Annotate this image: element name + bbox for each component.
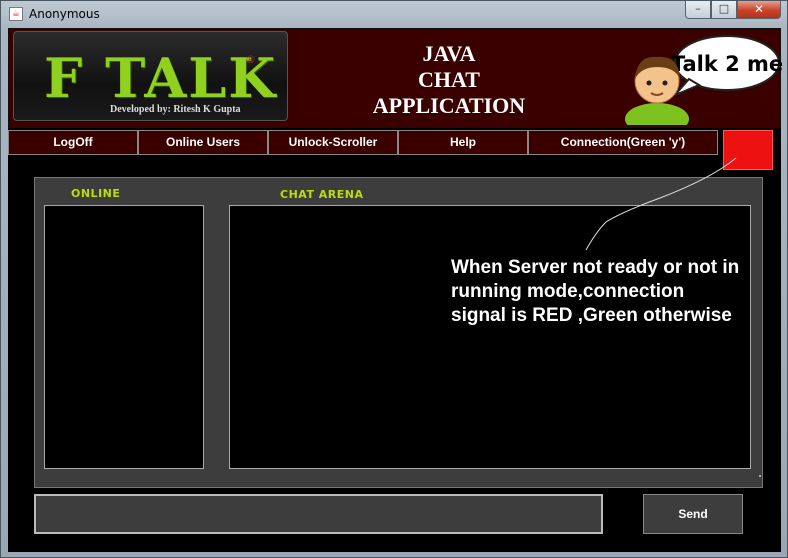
window-title: Anonymous <box>29 7 100 21</box>
app-title-line-1: JAVA <box>422 41 476 66</box>
ftalk-logo: F TALK ® Developed by: Ritesh K Gupta <box>13 31 288 121</box>
unlock-scroller-button[interactable]: Unlock-Scroller <box>268 130 398 155</box>
main-panel: ONLINE CHAT ARENA When Server not ready … <box>34 177 763 488</box>
title-bar[interactable]: ☕ Anonymous – □ ✕ <box>1 1 787 27</box>
connection-signal-indicator <box>723 130 773 170</box>
chat-arena[interactable]: When Server not ready or not in running … <box>229 205 751 469</box>
online-users-button[interactable]: Online Users <box>138 130 268 155</box>
logo-text: F TALK <box>44 46 278 110</box>
app-title: JAVA CHAT APPLICATION <box>339 41 559 119</box>
online-label: ONLINE <box>71 187 121 200</box>
registered-mark: ® <box>245 53 256 66</box>
header-banner: F TALK ® Developed by: Ritesh K Gupta JA… <box>8 28 782 128</box>
app-window: ☕ Anonymous – □ ✕ F TALK ® Developed by:… <box>0 0 788 558</box>
app-title-line-2: CHAT <box>418 67 480 92</box>
chat-arena-label: CHAT ARENA <box>280 188 364 201</box>
mascot-bubble-text: Talk 2 me <box>671 52 782 76</box>
app-title-line-3: APPLICATION <box>372 93 526 118</box>
maximize-button[interactable]: □ <box>711 1 737 19</box>
resize-grip <box>759 475 761 477</box>
java-app-icon[interactable]: ☕ <box>9 7 23 21</box>
connection-button[interactable]: Connection(Green 'y') <box>528 130 718 155</box>
logoff-button[interactable]: LogOff <box>8 130 138 155</box>
annotation-text: When Server not ready or not in running … <box>451 257 740 326</box>
online-users-list[interactable] <box>44 205 204 469</box>
menu-bar: LogOff Online Users Unlock-Scroller Help… <box>8 130 718 155</box>
send-button[interactable]: Send <box>643 494 743 534</box>
minimize-button[interactable]: – <box>685 1 711 19</box>
client-area: F TALK ® Developed by: Ritesh K Gupta JA… <box>8 28 782 552</box>
close-button[interactable]: ✕ <box>737 1 781 19</box>
message-input[interactable] <box>34 494 603 534</box>
help-button[interactable]: Help <box>398 130 528 155</box>
mascot-talk-icon: Talk 2 me <box>625 35 782 125</box>
developer-credit: Developed by: Ritesh K Gupta <box>110 104 241 115</box>
window-controls: – □ ✕ <box>685 1 781 19</box>
